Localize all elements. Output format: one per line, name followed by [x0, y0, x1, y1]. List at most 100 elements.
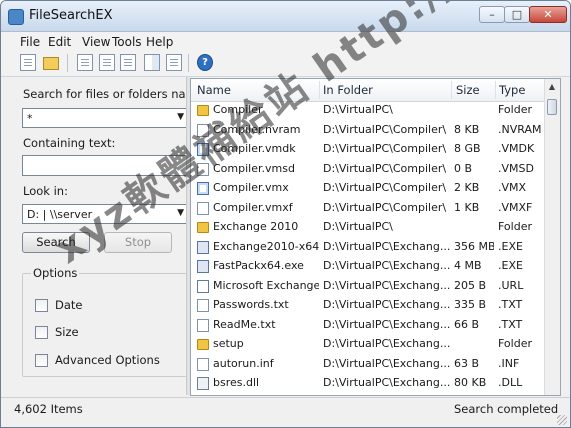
column-size[interactable]: Size: [456, 83, 480, 97]
row-folder: D:\VirtualPC\Exchang...: [323, 337, 451, 350]
toolbar-separator: [67, 54, 68, 72]
column-divider[interactable]: [495, 81, 496, 99]
containing-text-label: Containing text:: [23, 136, 116, 150]
chevron-down-icon[interactable]: ▼: [177, 112, 184, 122]
file-icon: [197, 201, 209, 215]
row-type: Folder: [498, 103, 532, 116]
file-icon: [197, 318, 209, 332]
menu-tools[interactable]: Tools: [112, 35, 142, 49]
resize-grip-icon[interactable]: [557, 415, 567, 425]
menu-file[interactable]: File: [20, 35, 40, 49]
advanced-options-checkbox[interactable]: [35, 354, 48, 367]
table-row[interactable]: Microsoft Exchange... D:\VirtualPC\Exchan…: [191, 277, 545, 296]
maximize-icon: □: [511, 8, 523, 21]
row-name: ReadMe.txt: [213, 317, 276, 331]
library-icon: [197, 377, 209, 390]
table-row[interactable]: Compiler.vmx D:\VirtualPC\Compiler\ 2 KB .V…: [191, 179, 545, 198]
maximize-button[interactable]: □: [504, 6, 530, 23]
row-folder: D:\VirtualPC\Compiler\: [323, 161, 447, 175]
row-size: 80 KB: [454, 376, 487, 389]
document-copy-icon[interactable]: [77, 54, 93, 71]
table-row[interactable]: setup D:\VirtualPC\Exchang... Folder: [191, 335, 545, 354]
new-document-icon[interactable]: [20, 54, 36, 71]
row-folder: D:\VirtualPC\Compiler\: [323, 142, 447, 155]
table-row[interactable]: autorun.inf D:\VirtualPC\Exchang... 63 B .I…: [191, 355, 545, 374]
table-row[interactable]: ReadMe.txt D:\VirtualPC\Exchang... 66 B .TX…: [191, 316, 545, 335]
row-type: Folder: [498, 337, 532, 350]
table-row[interactable]: Compiler.vmsd D:\VirtualPC\Compiler\ 0 B .V…: [191, 160, 545, 179]
row-size: 335 B: [454, 298, 487, 311]
row-size: 63 B: [454, 356, 480, 370]
file-icon: [197, 357, 209, 371]
row-type: .EXE: [498, 239, 523, 253]
scroll-thumb[interactable]: [547, 99, 557, 115]
row-name: Compiler.vmxf: [213, 200, 293, 214]
table-row[interactable]: Exchange2010-x64.exe D:\VirtualPC\Exchang…: [191, 238, 545, 257]
date-checkbox[interactable]: [35, 299, 48, 312]
files-named-combo[interactable]: * ▼: [22, 108, 188, 128]
chevron-down-icon[interactable]: ▼: [177, 208, 184, 218]
row-type: .VMX: [498, 181, 527, 194]
document-search-icon[interactable]: [99, 54, 115, 71]
row-folder: D:\VirtualPC\Compiler\: [323, 122, 447, 136]
list-view-icon[interactable]: [166, 54, 182, 71]
row-type: .EXE: [498, 259, 523, 272]
table-row[interactable]: Passwords.txt D:\VirtualPC\Exchang... 335 …: [191, 296, 545, 315]
open-folder-icon[interactable]: [43, 57, 59, 70]
row-folder: D:\VirtualPC\Exchang...: [323, 239, 451, 253]
options-group: Options Date Size Advanced Options: [22, 266, 188, 377]
row-size: 8 GB: [454, 142, 481, 155]
row-folder: D:\VirtualPC\Compiler\: [323, 200, 447, 214]
row-size: 356 MB: [454, 239, 494, 253]
row-size: 66 B: [454, 317, 480, 331]
row-folder: D:\VirtualPC\: [323, 220, 393, 233]
row-name: setup: [213, 337, 244, 350]
row-size: 8 KB: [454, 122, 480, 136]
row-name: Passwords.txt: [213, 298, 289, 311]
document-add-icon[interactable]: [120, 54, 136, 71]
row-folder: D:\VirtualPC\Exchang...: [323, 317, 451, 331]
toolbar-separator: [188, 54, 189, 72]
row-size: 4 MB: [454, 259, 482, 272]
column-divider[interactable]: [451, 81, 452, 99]
table-row[interactable]: bsres.dll D:\VirtualPC\Exchang... 80 KB .DL…: [191, 374, 545, 393]
row-type: .INF: [498, 356, 520, 370]
menu-view[interactable]: View: [82, 35, 110, 49]
table-row[interactable]: Compiler.vmxf D:\VirtualPC\Compiler\ 1 KB.…: [191, 199, 545, 218]
row-type: .DLL: [498, 376, 523, 389]
row-folder: D:\VirtualPC\Exchang...: [323, 356, 451, 370]
column-name[interactable]: Name: [197, 83, 231, 97]
row-size: 1 KB: [454, 200, 480, 214]
row-size: 205 B: [454, 278, 487, 292]
title-bar[interactable]: FileSearchEX – □ ✕: [1, 1, 570, 32]
folder-icon: [197, 339, 209, 350]
menu-edit[interactable]: Edit: [48, 35, 71, 49]
split-pane-icon[interactable]: [144, 54, 160, 71]
size-checkbox[interactable]: [35, 326, 48, 339]
help-icon[interactable]: ?: [197, 54, 213, 71]
link-icon: [197, 279, 209, 293]
folder-icon: [197, 222, 209, 233]
close-button[interactable]: ✕: [529, 6, 567, 23]
row-folder: D:\VirtualPC\Exchang...: [323, 298, 451, 311]
scroll-up-icon[interactable]: ▲: [546, 80, 558, 94]
look-in-label: Look in:: [23, 184, 68, 198]
file-icon: [197, 299, 209, 312]
menu-help[interactable]: Help: [146, 35, 173, 49]
row-type: Folder: [498, 220, 532, 233]
row-folder: D:\VirtualPC\Compiler\: [323, 181, 447, 194]
date-label: Date: [55, 298, 83, 312]
application-icon: [197, 260, 209, 273]
window-title: FileSearchEX: [29, 8, 113, 23]
minimize-button[interactable]: –: [479, 6, 505, 23]
row-name: Exchange 2010: [213, 220, 299, 233]
vertical-scrollbar[interactable]: ▲: [544, 79, 560, 395]
row-folder: D:\VirtualPC\Exchang...: [323, 259, 451, 272]
column-type[interactable]: Type: [499, 83, 525, 97]
row-type: .NVRAM: [498, 122, 542, 136]
row-size: 2 KB: [454, 181, 480, 194]
table-row[interactable]: FastPackx64.exe D:\VirtualPC\Exchang... 4 …: [191, 257, 545, 276]
row-type: .VMDK: [498, 142, 535, 155]
table-row[interactable]: Exchange 2010 D:\VirtualPC\ Folder: [191, 218, 545, 237]
row-size: 0 B: [454, 161, 473, 175]
